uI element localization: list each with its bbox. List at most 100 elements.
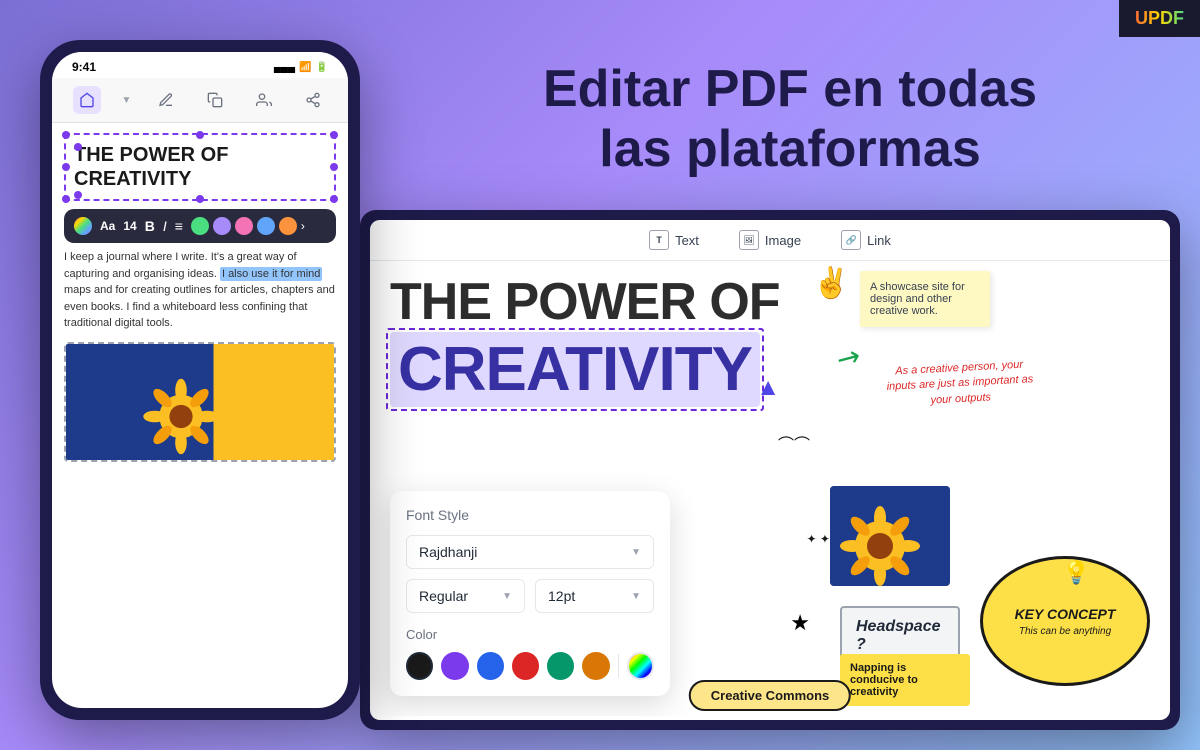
italic-button[interactable]: I <box>163 218 167 234</box>
link-toolbar-label: Link <box>867 233 891 248</box>
handwritten-area: As a creative person, your inputs are ju… <box>880 361 1040 407</box>
headspace-label: Headspace ? <box>856 618 944 654</box>
mid-dot-bottom <box>196 195 204 203</box>
sunflower-svg <box>76 344 336 460</box>
phone-time: 9:41 <box>72 60 96 74</box>
phone-document-title: THE POWER OF CREATIVITY <box>74 143 326 191</box>
wifi-icon: 📶 <box>299 62 311 73</box>
phone-body-text: I keep a journal where I write. It's a g… <box>64 249 336 332</box>
toolbar-link-item[interactable]: 🔗 Link <box>841 230 891 250</box>
phone-content: THE POWER OF CREATIVITY Aa 14 B I ≡ <box>52 123 348 472</box>
key-concept-label: KEY CONCEPT <box>1015 606 1116 622</box>
orange-swatch[interactable] <box>279 217 297 235</box>
tablet-toolbar[interactable]: T Text 🖼 Image 🔗 Link <box>370 220 1170 261</box>
text-icon: T <box>649 230 669 250</box>
phone-share-icon[interactable] <box>299 86 327 114</box>
green-swatch-panel[interactable] <box>547 652 574 680</box>
align-icon[interactable]: ≡ <box>175 218 183 234</box>
phone-selected-block: THE POWER OF CREATIVITY <box>64 133 336 201</box>
phone-format-toolbar[interactable]: Aa 14 B I ≡ › <box>64 209 336 243</box>
font-size-value: 12pt <box>548 588 575 604</box>
napping-text: Napping is conducive to creativity <box>850 662 918 698</box>
doodle-marks: ✦ ✦ <box>807 532 830 546</box>
violet-swatch[interactable] <box>441 652 468 680</box>
creative-commons-button[interactable]: Creative Commons <box>689 680 851 711</box>
corner-dot-tl <box>62 131 70 139</box>
font-label: Aa <box>100 219 115 233</box>
tablet-title-line2-wrapper: CREATIVITY ▲ <box>390 332 760 407</box>
toolbar-text-item[interactable]: T Text <box>649 230 699 250</box>
font-style-panel: Font Style Rajdhanji ▼ Regular ▼ 12pt <box>390 491 670 696</box>
bold-button[interactable]: B <box>145 218 155 234</box>
green-swatch[interactable] <box>191 217 209 235</box>
font-style-select[interactable]: Regular ▼ <box>406 579 525 613</box>
image-icon: 🖼 <box>739 230 759 250</box>
purple-swatch[interactable] <box>213 217 231 235</box>
main-headline: Editar PDF en todas las plataformas <box>430 60 1150 180</box>
selection-border <box>386 328 764 411</box>
font-style-dropdown-arrow: ▼ <box>502 591 512 602</box>
battery-icon: 🔋 <box>316 62 328 73</box>
blue-swatch[interactable] <box>257 217 275 235</box>
headline-text: Editar PDF en todas las plataformas <box>430 60 1150 180</box>
color-picker-wheel[interactable] <box>627 652 654 680</box>
tablet-title-line1: THE POWER OF <box>390 276 1150 328</box>
font-size-display: 14 <box>123 219 136 233</box>
peace-emoji: ✌️ <box>813 266 850 301</box>
corner-dot-br <box>330 195 338 203</box>
sticky-note-top: A showcase site for design and other cre… <box>860 271 990 327</box>
black-swatch[interactable] <box>406 652 433 680</box>
toolbar-image-item[interactable]: 🖼 Image <box>739 230 801 250</box>
napping-sticky: Napping is conducive to creativity <box>840 654 970 706</box>
corner-dot-tr <box>330 131 338 139</box>
phone-status-bar: 9:41 ▄▄▄ 📶 🔋 <box>52 52 348 78</box>
color-swatches-phone: › <box>191 217 305 235</box>
font-style-value: Regular <box>419 588 468 604</box>
updf-logo-text: UPDF <box>1135 8 1184 28</box>
pink-swatch[interactable] <box>235 217 253 235</box>
updf-logo: UPDF <box>1119 0 1200 37</box>
font-size-select[interactable]: 12pt ▼ <box>535 579 654 613</box>
mid-dot-right <box>330 163 338 171</box>
signal-icon: ▄▄▄ <box>274 62 295 73</box>
font-style-size-row: Regular ▼ 12pt ▼ <box>406 579 654 613</box>
font-family-dropdown-arrow: ▼ <box>631 547 641 558</box>
phone-toolbar[interactable]: ▼ <box>52 78 348 123</box>
blue-swatch-panel[interactable] <box>477 652 504 680</box>
amber-swatch[interactable] <box>582 652 609 680</box>
doodle-lines: ⌒⌒ <box>778 431 810 455</box>
font-panel-title: Font Style <box>406 507 654 523</box>
tablet-screen: T Text 🖼 Image 🔗 Link <box>370 220 1170 720</box>
tablet-mockup: T Text 🖼 Image 🔗 Link <box>360 210 1180 730</box>
mid-dot-left <box>62 163 70 171</box>
swatch-divider <box>618 654 619 678</box>
tablet-sunflower-svg <box>830 486 950 586</box>
key-concept-sub: This can be anything <box>1019 626 1111 637</box>
more-colors-icon[interactable]: › <box>301 219 305 233</box>
handwritten-text: As a creative person, your inputs are ju… <box>879 357 1041 411</box>
tablet-sunflower-image <box>830 486 950 586</box>
phone-home-icon[interactable] <box>73 86 101 114</box>
phone-status-icons: ▄▄▄ 📶 🔋 <box>274 62 328 73</box>
sticky-text: A showcase site for design and other cre… <box>870 281 965 317</box>
phone-pen-icon[interactable] <box>152 86 180 114</box>
link-icon: 🔗 <box>841 230 861 250</box>
phone-mockup: 9:41 ▄▄▄ 📶 🔋 ▼ <box>40 40 360 720</box>
color-picker-icon[interactable] <box>74 217 92 235</box>
cursor-icon: ▲ <box>756 374 780 402</box>
highlighted-text: I also use it for mind <box>220 267 322 281</box>
tablet-body: T Text 🖼 Image 🔗 Link <box>360 210 1180 730</box>
phone-dropdown-icon[interactable]: ▼ <box>122 95 132 106</box>
phone-copy-icon[interactable] <box>201 86 229 114</box>
phone-users-icon[interactable] <box>250 86 278 114</box>
image-toolbar-label: Image <box>765 233 801 248</box>
red-swatch[interactable] <box>512 652 539 680</box>
font-family-select[interactable]: Rajdhanji ▼ <box>406 535 654 569</box>
tablet-title-block: THE POWER OF CREATIVITY ▲ <box>370 261 1170 407</box>
font-family-value: Rajdhanji <box>419 544 477 560</box>
mid-dot-top <box>196 131 204 139</box>
tablet-content-area: THE POWER OF CREATIVITY ▲ Font Style Raj… <box>370 261 1170 716</box>
color-swatches-panel <box>406 652 654 680</box>
star-deco: ★ <box>790 610 810 636</box>
lightbulb-icon: 💡 <box>1063 560 1090 586</box>
